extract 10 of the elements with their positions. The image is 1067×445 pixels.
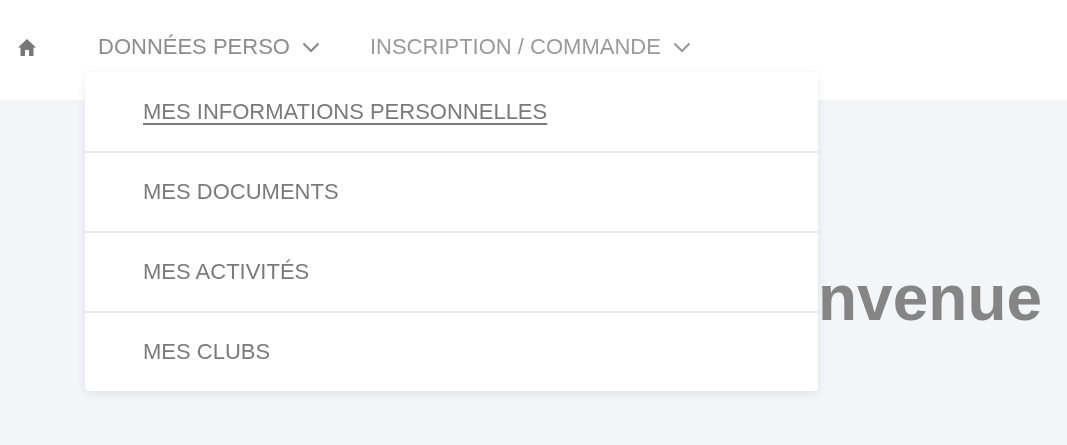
nav-menu[interactable]: DONNÉES PERSO bbox=[98, 34, 320, 60]
page-heading: nvenue bbox=[818, 266, 1044, 330]
home-icon[interactable] bbox=[18, 38, 36, 56]
menu-item[interactable]: MES CLUBS bbox=[143, 339, 271, 365]
nav-menu[interactable]: INSCRIPTION / COMMANDE bbox=[369, 34, 691, 60]
chevron-down-icon bbox=[672, 41, 691, 53]
chevron-down-icon bbox=[301, 41, 320, 53]
menu-item[interactable]: MES DOCUMENTS bbox=[143, 179, 339, 205]
menu-item[interactable]: MES ACTIVITÉS bbox=[143, 259, 310, 285]
menu-item[interactable]: MES INFORMATIONS PERSONNELLES bbox=[143, 98, 548, 125]
